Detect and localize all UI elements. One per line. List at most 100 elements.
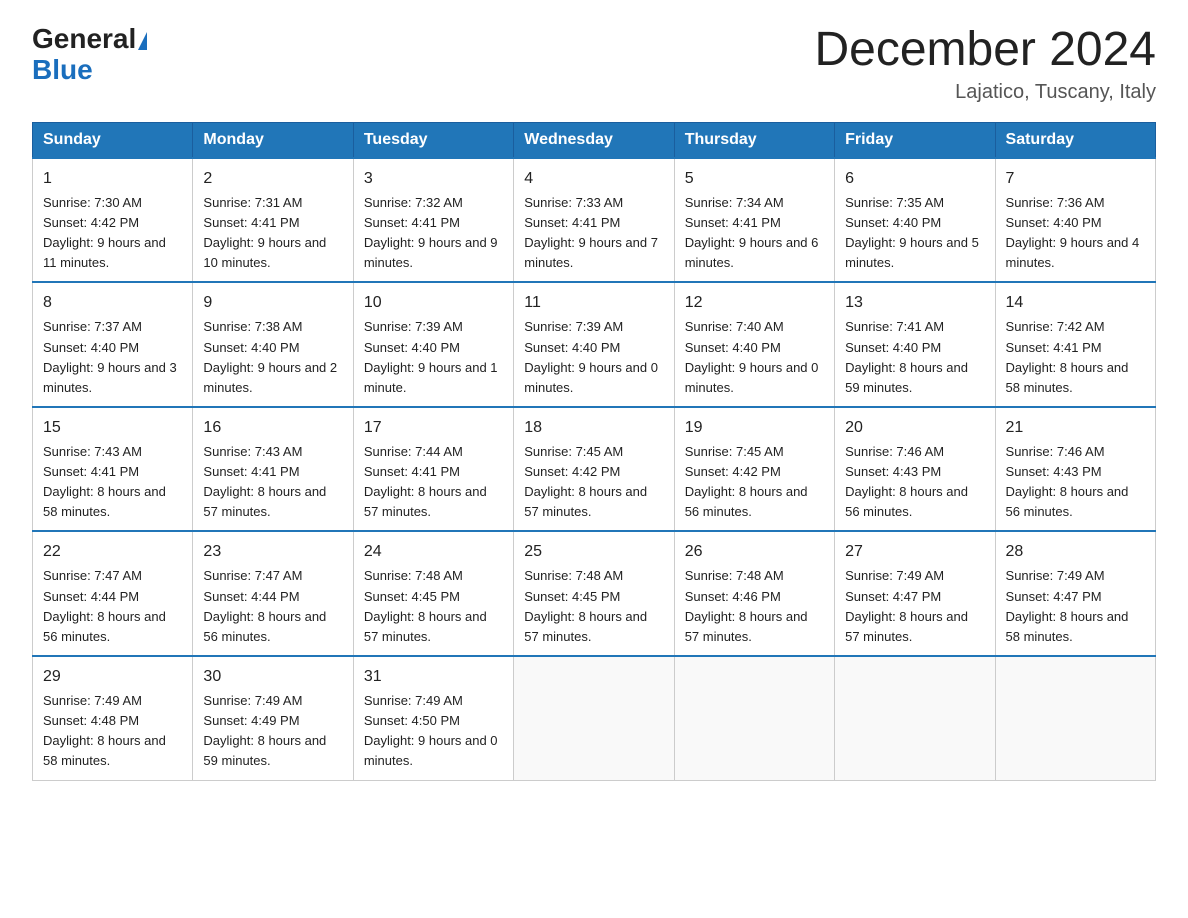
day-number: 25 bbox=[524, 540, 663, 564]
day-info: Sunrise: 7:40 AMSunset: 4:40 PMDaylight:… bbox=[685, 317, 824, 398]
day-info: Sunrise: 7:41 AMSunset: 4:40 PMDaylight:… bbox=[845, 317, 984, 398]
day-info: Sunrise: 7:32 AMSunset: 4:41 PMDaylight:… bbox=[364, 193, 503, 274]
day-number: 29 bbox=[43, 665, 182, 689]
day-cell: 11Sunrise: 7:39 AMSunset: 4:40 PMDayligh… bbox=[514, 282, 674, 407]
day-cell: 1Sunrise: 7:30 AMSunset: 4:42 PMDaylight… bbox=[33, 158, 193, 283]
day-cell: 26Sunrise: 7:48 AMSunset: 4:46 PMDayligh… bbox=[674, 531, 834, 656]
week-row-4: 22Sunrise: 7:47 AMSunset: 4:44 PMDayligh… bbox=[33, 531, 1156, 656]
header-sunday: Sunday bbox=[33, 122, 193, 158]
location-title: Lajatico, Tuscany, Italy bbox=[814, 81, 1156, 104]
day-number: 19 bbox=[685, 416, 824, 440]
day-info: Sunrise: 7:38 AMSunset: 4:40 PMDaylight:… bbox=[203, 317, 342, 398]
day-number: 5 bbox=[685, 167, 824, 191]
day-cell: 5Sunrise: 7:34 AMSunset: 4:41 PMDaylight… bbox=[674, 158, 834, 283]
logo-triangle-icon bbox=[138, 32, 147, 50]
month-title: December 2024 bbox=[814, 24, 1156, 77]
day-info: Sunrise: 7:43 AMSunset: 4:41 PMDaylight:… bbox=[43, 442, 182, 523]
day-number: 16 bbox=[203, 416, 342, 440]
day-info: Sunrise: 7:49 AMSunset: 4:47 PMDaylight:… bbox=[845, 566, 984, 647]
day-info: Sunrise: 7:35 AMSunset: 4:40 PMDaylight:… bbox=[845, 193, 984, 274]
day-cell: 6Sunrise: 7:35 AMSunset: 4:40 PMDaylight… bbox=[835, 158, 995, 283]
day-cell: 20Sunrise: 7:46 AMSunset: 4:43 PMDayligh… bbox=[835, 407, 995, 532]
day-info: Sunrise: 7:48 AMSunset: 4:45 PMDaylight:… bbox=[524, 566, 663, 647]
day-info: Sunrise: 7:46 AMSunset: 4:43 PMDaylight:… bbox=[1006, 442, 1145, 523]
day-cell: 25Sunrise: 7:48 AMSunset: 4:45 PMDayligh… bbox=[514, 531, 674, 656]
day-number: 31 bbox=[364, 665, 503, 689]
day-info: Sunrise: 7:33 AMSunset: 4:41 PMDaylight:… bbox=[524, 193, 663, 274]
day-cell: 9Sunrise: 7:38 AMSunset: 4:40 PMDaylight… bbox=[193, 282, 353, 407]
day-number: 17 bbox=[364, 416, 503, 440]
day-info: Sunrise: 7:45 AMSunset: 4:42 PMDaylight:… bbox=[524, 442, 663, 523]
logo: General Blue bbox=[32, 24, 147, 86]
calendar-header-row: SundayMondayTuesdayWednesdayThursdayFrid… bbox=[33, 122, 1156, 158]
day-number: 4 bbox=[524, 167, 663, 191]
day-number: 12 bbox=[685, 291, 824, 315]
day-info: Sunrise: 7:39 AMSunset: 4:40 PMDaylight:… bbox=[524, 317, 663, 398]
header-saturday: Saturday bbox=[995, 122, 1155, 158]
week-row-5: 29Sunrise: 7:49 AMSunset: 4:48 PMDayligh… bbox=[33, 656, 1156, 780]
day-cell: 31Sunrise: 7:49 AMSunset: 4:50 PMDayligh… bbox=[353, 656, 513, 780]
day-number: 9 bbox=[203, 291, 342, 315]
day-number: 10 bbox=[364, 291, 503, 315]
day-info: Sunrise: 7:45 AMSunset: 4:42 PMDaylight:… bbox=[685, 442, 824, 523]
day-number: 8 bbox=[43, 291, 182, 315]
day-cell: 30Sunrise: 7:49 AMSunset: 4:49 PMDayligh… bbox=[193, 656, 353, 780]
day-number: 26 bbox=[685, 540, 824, 564]
day-number: 20 bbox=[845, 416, 984, 440]
day-number: 27 bbox=[845, 540, 984, 564]
day-cell: 18Sunrise: 7:45 AMSunset: 4:42 PMDayligh… bbox=[514, 407, 674, 532]
day-info: Sunrise: 7:44 AMSunset: 4:41 PMDaylight:… bbox=[364, 442, 503, 523]
logo-general: General bbox=[32, 24, 136, 55]
day-number: 30 bbox=[203, 665, 342, 689]
day-number: 24 bbox=[364, 540, 503, 564]
day-info: Sunrise: 7:49 AMSunset: 4:50 PMDaylight:… bbox=[364, 691, 503, 772]
day-cell bbox=[514, 656, 674, 780]
page-header: General Blue December 2024 Lajatico, Tus… bbox=[32, 24, 1156, 104]
day-number: 21 bbox=[1006, 416, 1145, 440]
day-cell: 17Sunrise: 7:44 AMSunset: 4:41 PMDayligh… bbox=[353, 407, 513, 532]
day-info: Sunrise: 7:49 AMSunset: 4:47 PMDaylight:… bbox=[1006, 566, 1145, 647]
day-cell: 7Sunrise: 7:36 AMSunset: 4:40 PMDaylight… bbox=[995, 158, 1155, 283]
header-friday: Friday bbox=[835, 122, 995, 158]
day-number: 3 bbox=[364, 167, 503, 191]
day-cell: 13Sunrise: 7:41 AMSunset: 4:40 PMDayligh… bbox=[835, 282, 995, 407]
day-number: 1 bbox=[43, 167, 182, 191]
week-row-3: 15Sunrise: 7:43 AMSunset: 4:41 PMDayligh… bbox=[33, 407, 1156, 532]
header-monday: Monday bbox=[193, 122, 353, 158]
day-cell: 21Sunrise: 7:46 AMSunset: 4:43 PMDayligh… bbox=[995, 407, 1155, 532]
header-wednesday: Wednesday bbox=[514, 122, 674, 158]
day-number: 7 bbox=[1006, 167, 1145, 191]
week-row-2: 8Sunrise: 7:37 AMSunset: 4:40 PMDaylight… bbox=[33, 282, 1156, 407]
title-block: December 2024 Lajatico, Tuscany, Italy bbox=[814, 24, 1156, 104]
day-number: 15 bbox=[43, 416, 182, 440]
day-number: 18 bbox=[524, 416, 663, 440]
day-cell bbox=[995, 656, 1155, 780]
day-cell bbox=[835, 656, 995, 780]
day-cell: 8Sunrise: 7:37 AMSunset: 4:40 PMDaylight… bbox=[33, 282, 193, 407]
day-info: Sunrise: 7:49 AMSunset: 4:49 PMDaylight:… bbox=[203, 691, 342, 772]
day-cell: 23Sunrise: 7:47 AMSunset: 4:44 PMDayligh… bbox=[193, 531, 353, 656]
day-cell: 12Sunrise: 7:40 AMSunset: 4:40 PMDayligh… bbox=[674, 282, 834, 407]
day-info: Sunrise: 7:31 AMSunset: 4:41 PMDaylight:… bbox=[203, 193, 342, 274]
day-number: 13 bbox=[845, 291, 984, 315]
day-info: Sunrise: 7:49 AMSunset: 4:48 PMDaylight:… bbox=[43, 691, 182, 772]
day-number: 11 bbox=[524, 291, 663, 315]
day-cell: 27Sunrise: 7:49 AMSunset: 4:47 PMDayligh… bbox=[835, 531, 995, 656]
calendar-table: SundayMondayTuesdayWednesdayThursdayFrid… bbox=[32, 122, 1156, 781]
day-number: 6 bbox=[845, 167, 984, 191]
day-cell: 15Sunrise: 7:43 AMSunset: 4:41 PMDayligh… bbox=[33, 407, 193, 532]
day-cell: 24Sunrise: 7:48 AMSunset: 4:45 PMDayligh… bbox=[353, 531, 513, 656]
day-cell: 2Sunrise: 7:31 AMSunset: 4:41 PMDaylight… bbox=[193, 158, 353, 283]
day-cell: 19Sunrise: 7:45 AMSunset: 4:42 PMDayligh… bbox=[674, 407, 834, 532]
day-info: Sunrise: 7:43 AMSunset: 4:41 PMDaylight:… bbox=[203, 442, 342, 523]
day-info: Sunrise: 7:48 AMSunset: 4:45 PMDaylight:… bbox=[364, 566, 503, 647]
day-info: Sunrise: 7:36 AMSunset: 4:40 PMDaylight:… bbox=[1006, 193, 1145, 274]
day-info: Sunrise: 7:47 AMSunset: 4:44 PMDaylight:… bbox=[203, 566, 342, 647]
day-info: Sunrise: 7:42 AMSunset: 4:41 PMDaylight:… bbox=[1006, 317, 1145, 398]
header-tuesday: Tuesday bbox=[353, 122, 513, 158]
header-thursday: Thursday bbox=[674, 122, 834, 158]
day-info: Sunrise: 7:37 AMSunset: 4:40 PMDaylight:… bbox=[43, 317, 182, 398]
day-cell: 10Sunrise: 7:39 AMSunset: 4:40 PMDayligh… bbox=[353, 282, 513, 407]
day-info: Sunrise: 7:47 AMSunset: 4:44 PMDaylight:… bbox=[43, 566, 182, 647]
day-number: 2 bbox=[203, 167, 342, 191]
